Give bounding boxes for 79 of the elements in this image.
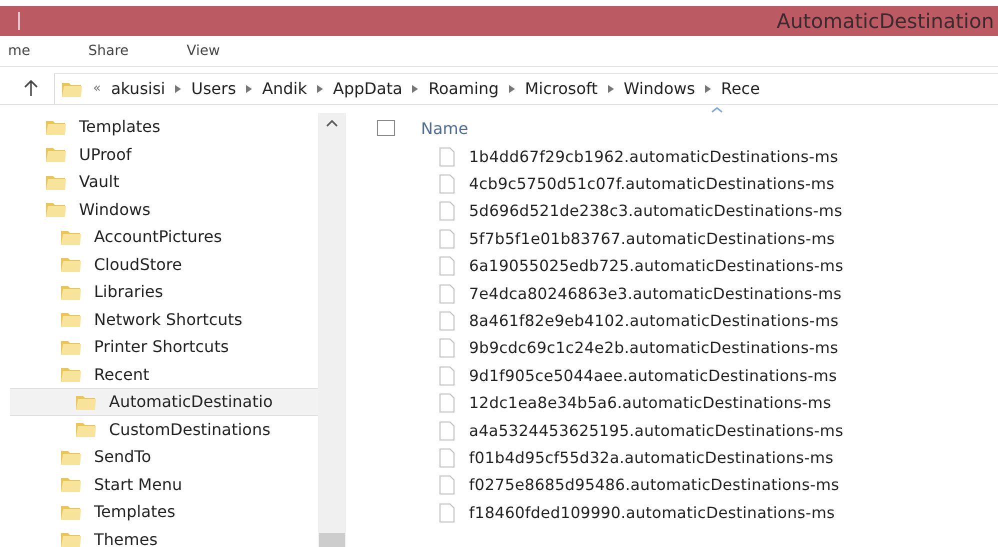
file-name[interactable]: 6a19055025edb725.automaticDestinations-ms — [469, 257, 844, 276]
file-name[interactable]: 4cb9c5750d51c07f.automaticDestinations-ms — [469, 175, 834, 194]
tree-item[interactable]: Templates — [10, 113, 318, 140]
file-icon — [439, 228, 455, 249]
breadcrumb-item[interactable]: akusisi — [110, 79, 166, 98]
ribbon-tab[interactable]: me — [8, 43, 30, 59]
tree-item[interactable]: Printer Shortcuts — [10, 333, 318, 360]
file-icon — [439, 256, 455, 276]
window-title: AutomaticDestination — [776, 9, 995, 33]
folder-icon — [60, 530, 82, 547]
file-icon — [439, 448, 455, 468]
breadcrumb-item[interactable]: AppData — [333, 79, 402, 98]
up-arrow-icon[interactable] — [24, 80, 38, 96]
file-icon — [439, 366, 455, 386]
address-bar[interactable]: « akusisi Users Andik AppData Roaming Microsoft Windows Rece — [54, 72, 998, 104]
file-icon — [439, 284, 455, 304]
file-name[interactable]: f01b4d95cf55d32a.automaticDestinations-ms — [469, 448, 834, 467]
file-name[interactable]: a4a5324453625195.automaticDestinations-ms — [469, 422, 844, 440]
folder-icon — [45, 200, 67, 218]
breadcrumb-item[interactable]: Microsoft — [524, 79, 598, 98]
tree-item[interactable]: Libraries — [10, 278, 318, 306]
folder-icon — [45, 145, 67, 164]
tree-item[interactable]: Network Shortcuts — [10, 306, 318, 333]
file-icon — [439, 338, 455, 358]
scrollbar-thumb[interactable] — [319, 533, 345, 547]
tree-item[interactable]: Vault — [10, 168, 318, 196]
tree-item[interactable]: AccountPictures — [10, 223, 318, 250]
breadcrumb-item[interactable]: Users — [191, 79, 236, 98]
breadcrumb-arrow-icon[interactable] — [175, 84, 182, 92]
tree-item[interactable]: CloudStore — [10, 250, 318, 278]
ribbon-tab[interactable]: View — [186, 43, 220, 59]
breadcrumb-arrow-icon[interactable] — [508, 84, 515, 92]
breadcrumb-arrow-icon[interactable] — [317, 84, 324, 92]
breadcrumb-item[interactable]: Andik — [262, 79, 308, 98]
file-name[interactable]: 7e4dca80246863e3.automaticDestinations-ms — [469, 284, 842, 303]
file-name[interactable]: 9b9cdc69c1c24e2b.automaticDestinations-ms — [469, 339, 838, 358]
file-icon — [439, 475, 455, 496]
scrollbar[interactable] — [318, 113, 346, 547]
folder-icon — [60, 475, 82, 494]
breadcrumb-arrow-icon[interactable] — [705, 84, 712, 92]
file-icon — [439, 393, 455, 414]
tree-item[interactable]: Windows — [10, 196, 318, 223]
file-icon — [439, 311, 455, 332]
file-name[interactable]: 1b4dd67f29cb1962.automaticDestinations-ms — [469, 148, 838, 166]
file-icon — [439, 146, 455, 167]
file-icon — [439, 174, 455, 194]
breadcrumb-arrow-icon[interactable] — [246, 84, 252, 92]
file-name[interactable]: 5f7b5f1e01b83767.automaticDestinations-ms — [469, 230, 835, 248]
ribbon-tab[interactable]: Share — [88, 43, 129, 59]
file-name[interactable]: 8a461f82e9eb4102.automaticDestinations-ms — [469, 312, 839, 330]
tree-item[interactable]: SendTo — [10, 443, 318, 470]
tree-item[interactable]: Recent — [10, 360, 318, 388]
breadcrumb-arrow-icon[interactable] — [412, 84, 418, 92]
select-all-checkbox[interactable] — [377, 120, 395, 136]
file-icon — [439, 502, 455, 523]
folder-icon — [60, 365, 82, 384]
tree-item[interactable]: AutomaticDestinatio — [10, 388, 318, 416]
breadcrumb-item[interactable]: Windows — [624, 79, 696, 98]
breadcrumb-item[interactable]: Rece — [721, 79, 760, 98]
file-name[interactable]: 12dc1ea8e34b5a6.automaticDestinations-ms — [469, 394, 832, 412]
tree-item[interactable]: Start Menu — [10, 470, 318, 498]
file-name[interactable]: f0275e8685d95486.automaticDestinations-ms — [469, 476, 840, 494]
folder-icon — [75, 420, 97, 438]
file-name[interactable]: 5d696d521de238c3.automaticDestinations-ms — [469, 202, 842, 220]
folder-icon — [60, 255, 82, 274]
scroll-up-icon[interactable] — [326, 119, 338, 127]
file-icon — [439, 201, 455, 222]
breadcrumb-item[interactable]: Roaming — [428, 79, 499, 98]
tree-item[interactable]: UProof — [10, 140, 318, 168]
column-header[interactable]: Name — [421, 118, 468, 138]
tree-item[interactable]: Themes — [10, 526, 318, 547]
file-name[interactable]: 9d1f905ce5044aee.automaticDestinations-ms — [469, 366, 837, 385]
breadcrumb-arrow-icon[interactable] — [608, 84, 614, 92]
file-icon — [439, 420, 455, 441]
folder-icon — [60, 310, 82, 328]
file-name[interactable]: f18460fded109990.automaticDestinations-ms — [469, 504, 835, 522]
tree-item[interactable]: CustomDestinations — [10, 416, 318, 443]
tree-item[interactable]: Templates — [10, 498, 318, 526]
overflow-chevron[interactable]: « — [93, 81, 101, 96]
